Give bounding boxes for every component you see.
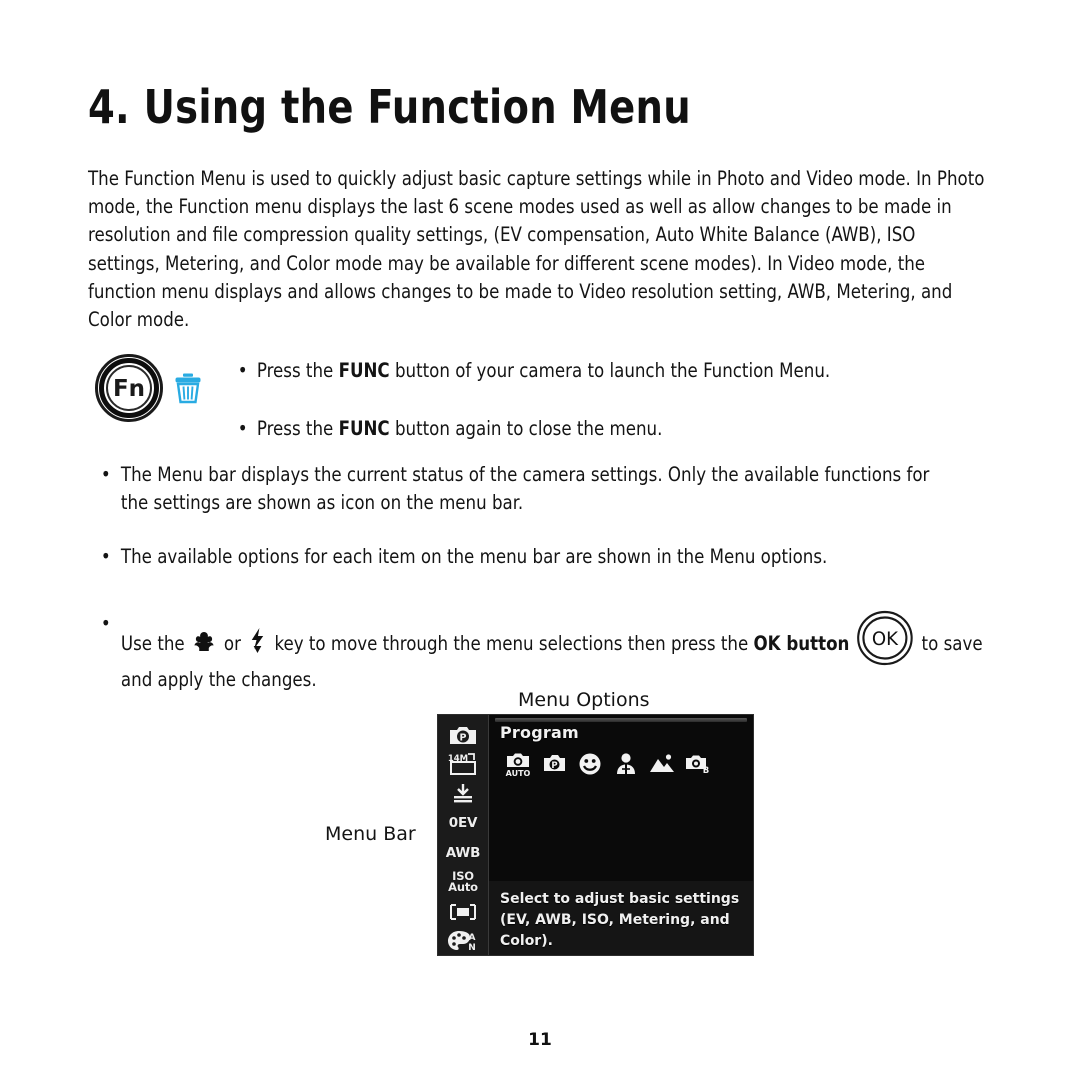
scene-smile-icon (579, 753, 601, 775)
iso-value: Auto (448, 880, 478, 895)
menu-bar-item-ev-compensation[interactable]: 0EV (441, 810, 485, 838)
scene-landscape-icon (650, 754, 674, 772)
scene-mode-program[interactable]: P (541, 751, 567, 777)
svg-text:N: N (468, 943, 476, 953)
bullet-menu-options-text: The available options for each item on t… (120, 545, 828, 568)
scene-mode-auto[interactable]: AUTO (505, 751, 531, 777)
svg-text:A: A (469, 933, 476, 943)
lcd-scene-mode-row: AUTO P B (505, 749, 745, 779)
bullet-menu-bar-text: The Menu bar displays the current status… (120, 463, 930, 515)
lcd-description-panel: Select to adjust basic settings (EV, AWB… (489, 881, 753, 955)
svg-text:AUTO: AUTO (506, 769, 531, 777)
program-mode-icon: P (450, 726, 476, 744)
bullet-dot-icon: • (237, 417, 248, 441)
scene-portrait-icon (617, 753, 635, 774)
bullet-dot-icon: • (100, 612, 111, 635)
svg-text:Fn: Fn (113, 376, 145, 402)
menu-bar-item-metering-icon[interactable] (441, 898, 485, 926)
ev-value: 0EV (448, 815, 478, 832)
use-keys-part1: Use the (120, 632, 190, 655)
fn-bullet-list: • Press the FUNC button of your camera t… (233, 357, 902, 443)
camera-lcd-screenshot: P 14M 0EV AWB ISO Auto A N Program AUTO … (437, 714, 754, 956)
intro-paragraph: The Function Menu is used to quickly adj… (88, 167, 985, 332)
fn-button-icon: Fn (95, 354, 163, 422)
bullet-dot-icon: • (100, 463, 111, 486)
callout-menu-options: Menu Options (518, 689, 650, 711)
fn-bullet-close-pre: Press the (256, 417, 339, 441)
trash-icon (175, 373, 201, 404)
lcd-menu-bar: P 14M 0EV AWB ISO Auto A N (438, 715, 489, 955)
quality-icon (454, 783, 472, 803)
svg-text:OK: OK (872, 629, 899, 650)
bullet-dot-icon: • (100, 545, 111, 568)
callout-menu-bar: Menu Bar (325, 823, 416, 845)
use-keys-bold: OK button (753, 632, 850, 655)
scene-panorama-icon: B (686, 755, 709, 776)
page-title: 4. Using the Function Menu (88, 80, 691, 134)
bullet-dot-icon: • (237, 359, 248, 382)
menu-bar-item-white-balance[interactable]: AWB (441, 839, 485, 867)
fn-bullet-close-bold: FUNC (338, 417, 390, 441)
lcd-scrollbar (495, 718, 747, 722)
scene-mode-landscape[interactable] (649, 751, 675, 777)
lcd-main-area: Program AUTO P B Select to adjust basic … (489, 715, 753, 955)
scene-mode-portrait[interactable] (613, 751, 639, 777)
use-keys-part2: or (218, 632, 247, 655)
scene-mode-panorama[interactable]: B (685, 751, 711, 777)
document-page: 4. Using the Function Menu The Function … (0, 0, 1080, 1080)
menu-bar-item-color-mode-icon[interactable]: A N (441, 928, 485, 956)
fn-bullet-launch-post: button of your camera to launch the Func… (389, 359, 831, 382)
fn-bullet-launch: • Press the FUNC button of your camera t… (233, 357, 902, 385)
bullet-use-keys: • Use the or key to move through the men… (98, 610, 983, 694)
svg-text:P: P (460, 732, 467, 743)
fn-bullet-close: • Press the FUNC button again to close t… (233, 415, 902, 443)
fn-bullet-launch-pre: Press the (256, 359, 339, 382)
bullet-menu-bar-status: • The Menu bar displays the current stat… (98, 461, 953, 517)
metering-icon (450, 903, 476, 920)
ok-button-icon[interactable]: OK (855, 610, 914, 666)
use-keys-part4: to save (916, 632, 983, 655)
menu-bar-item-program-mode-icon[interactable]: P (441, 721, 485, 749)
awb-value: AWB (445, 844, 481, 861)
page-number: 11 (528, 1030, 552, 1050)
svg-text:B: B (703, 766, 709, 776)
menu-bar-item-quality-icon[interactable] (441, 780, 485, 808)
svg-text:P: P (551, 761, 557, 771)
menu-bar-item-iso[interactable]: ISO Auto (441, 869, 485, 897)
bullet-menu-options: • The available options for each item on… (98, 543, 953, 571)
macro-flower-icon (194, 632, 214, 651)
flash-bolt-icon (251, 628, 264, 653)
fn-bullet-close-post: button again to close the menu. (389, 417, 663, 441)
menu-bar-item-resolution-icon[interactable]: 14M (441, 751, 485, 779)
scene-mode-smile[interactable] (577, 751, 603, 777)
fn-bullet-launch-bold: FUNC (338, 359, 390, 382)
fn-button-graphic: Fn (92, 352, 217, 424)
lcd-selected-mode-title: Program (500, 723, 579, 742)
scene-auto-icon: AUTO (506, 753, 531, 777)
resolution-icon: 14M (448, 753, 476, 776)
use-keys-part3: key to move through the menu selections … (269, 632, 754, 655)
color-mode-icon: A N (448, 931, 476, 953)
scene-program-icon: P (544, 755, 565, 771)
